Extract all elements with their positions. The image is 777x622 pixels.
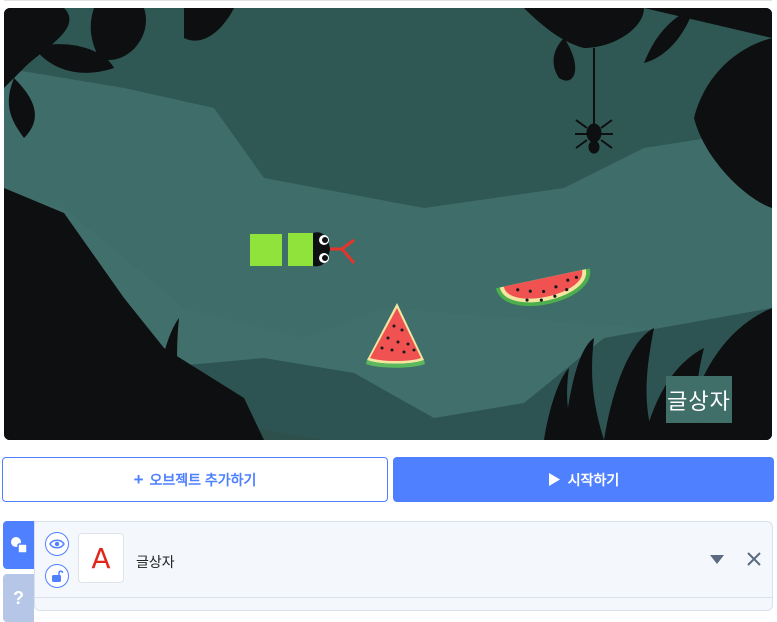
- stage-text-object[interactable]: 글상자: [666, 376, 732, 423]
- objects-icon: [10, 537, 28, 554]
- object-name[interactable]: 글상자: [136, 552, 175, 572]
- lock-toggle[interactable]: [45, 564, 69, 588]
- object-list-item[interactable]: A 글상자: [35, 522, 772, 598]
- stage-canvas[interactable]: [4, 8, 772, 440]
- start-label: 시작하기: [567, 471, 620, 488]
- help-icon: ?: [13, 587, 24, 608]
- object-thumbnail: A: [78, 533, 124, 583]
- eye-icon: [49, 539, 65, 549]
- visibility-toggle[interactable]: [45, 532, 69, 556]
- unlock-icon: [52, 570, 64, 582]
- play-icon: [548, 473, 560, 486]
- tab-help[interactable]: ?: [3, 574, 34, 622]
- close-icon[interactable]: [745, 550, 763, 568]
- plus-icon: +: [133, 470, 144, 489]
- add-object-label: 오브젝트 추가하기: [149, 471, 257, 488]
- chevron-down-icon[interactable]: [709, 553, 725, 565]
- tab-objects[interactable]: [3, 521, 34, 569]
- stage-scene: [4, 8, 772, 440]
- add-object-button[interactable]: + 오브젝트 추가하기: [2, 457, 388, 502]
- start-button[interactable]: 시작하기: [393, 457, 774, 502]
- object-list-panel: A 글상자: [34, 521, 773, 611]
